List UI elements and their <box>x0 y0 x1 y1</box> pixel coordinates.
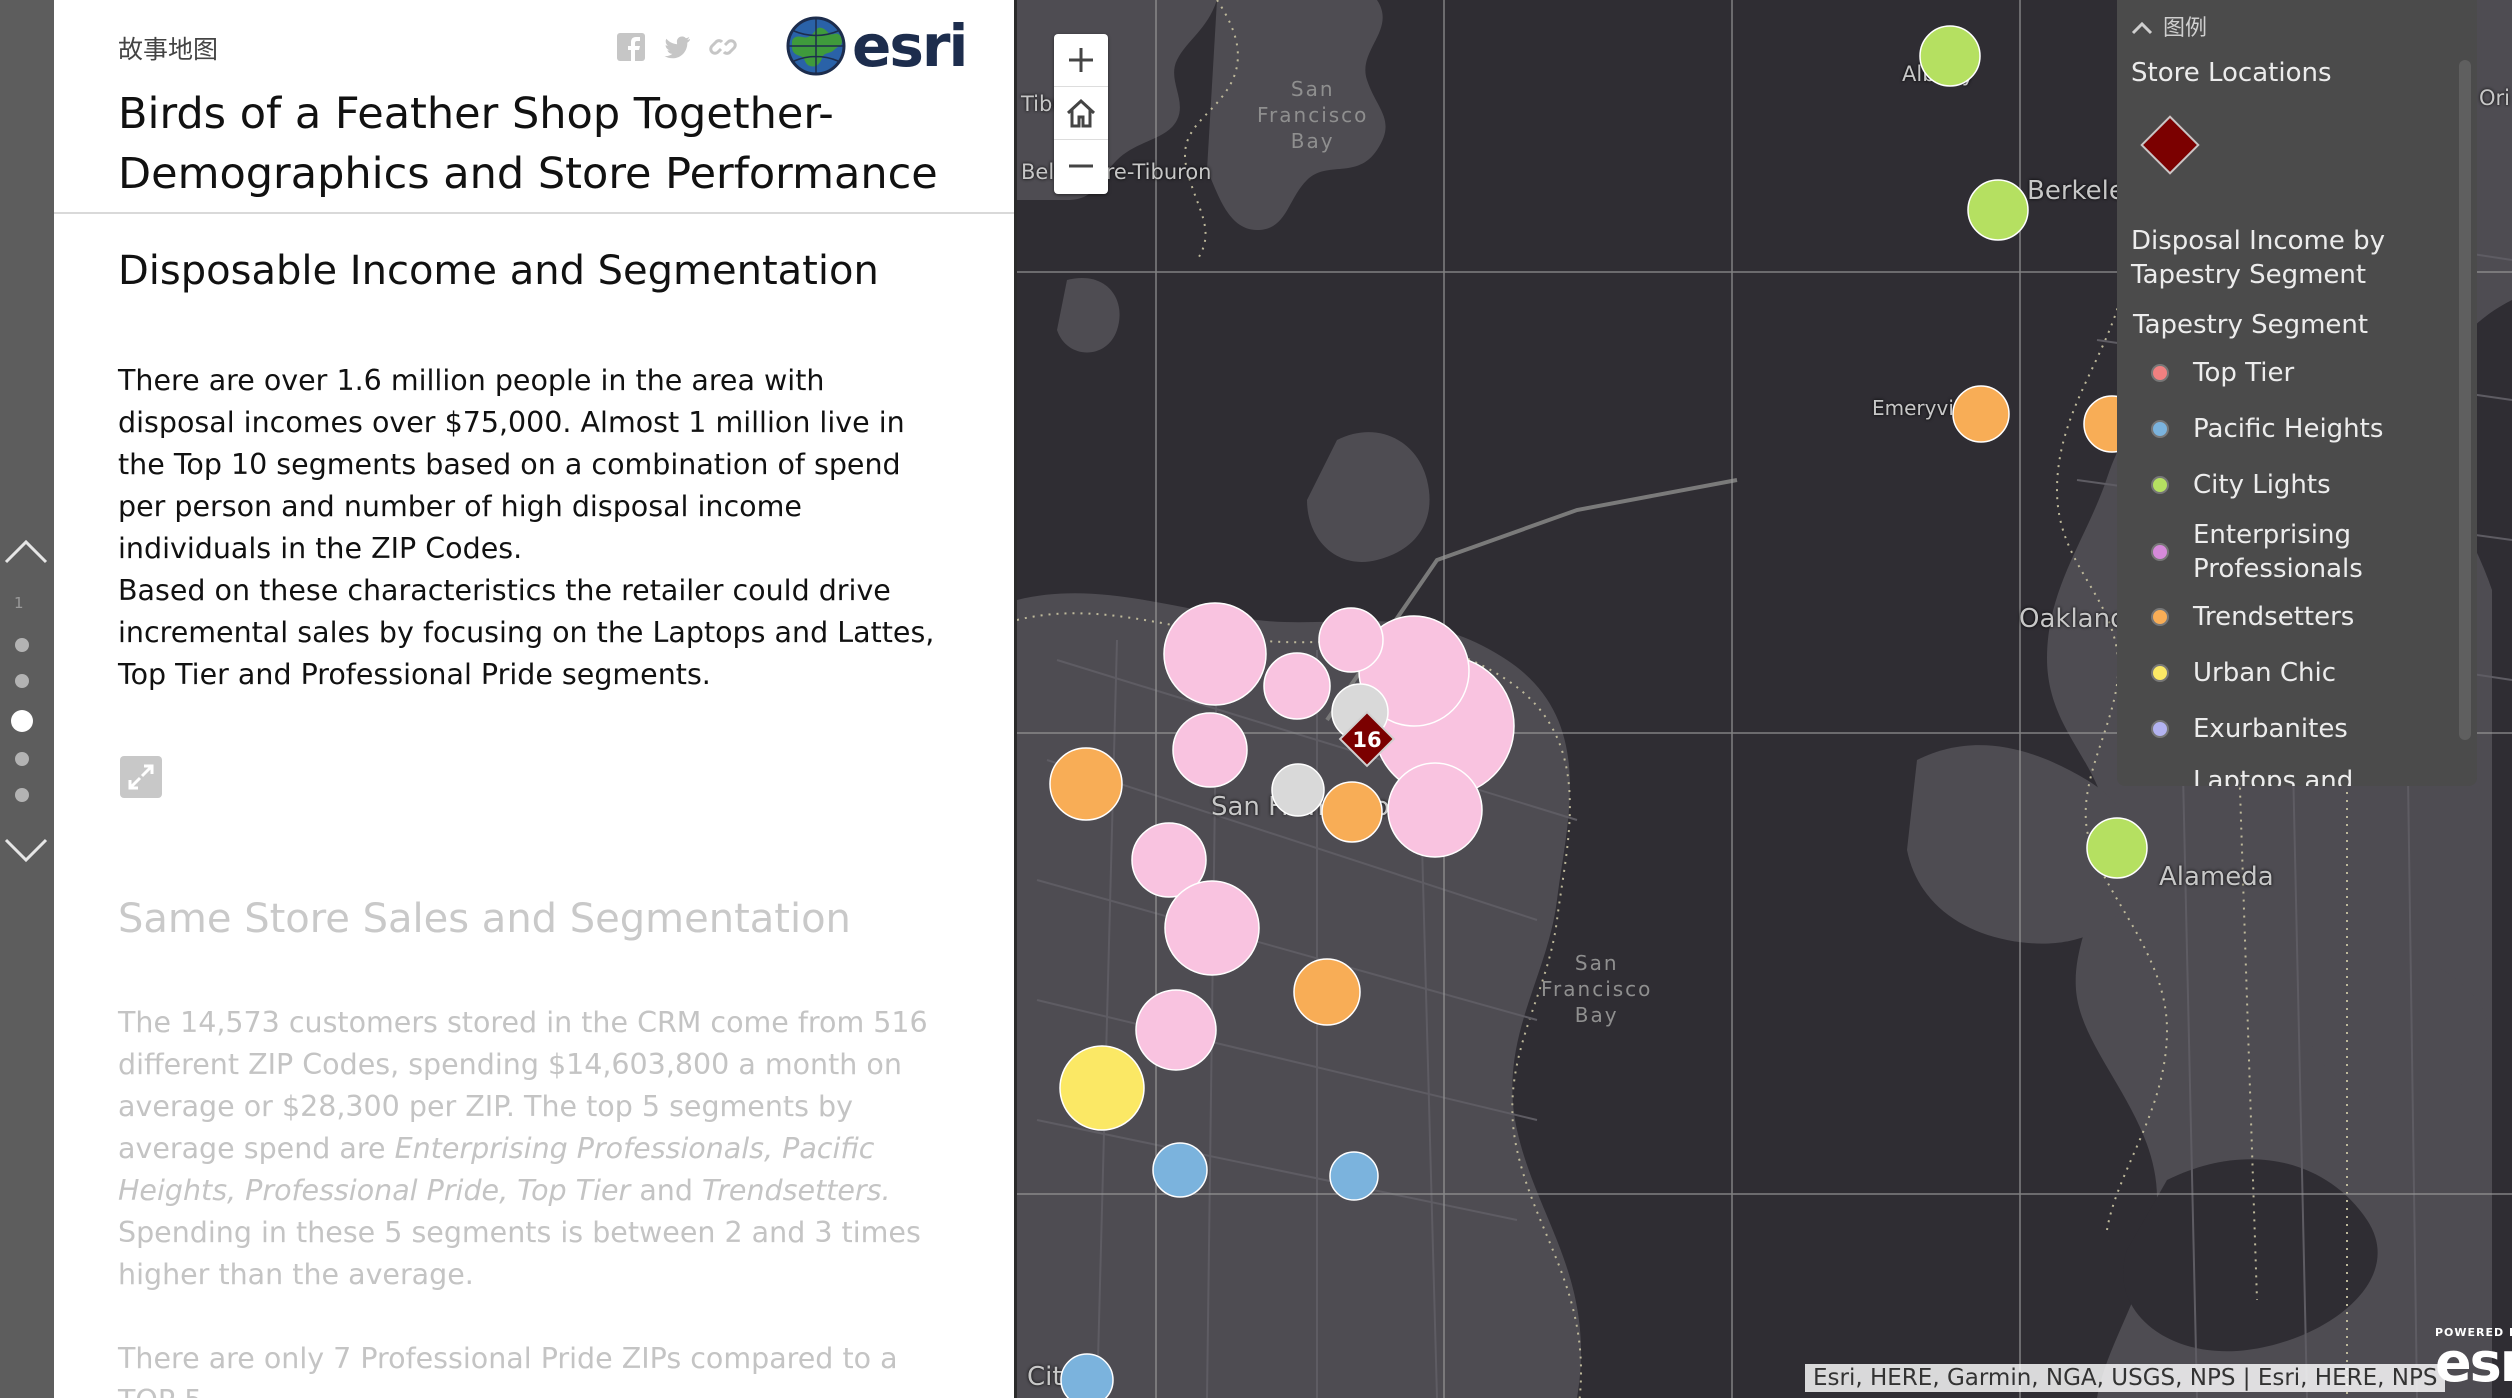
home-button[interactable] <box>1054 87 1108 140</box>
plus-icon <box>1069 48 1093 72</box>
section-dot[interactable] <box>15 788 29 802</box>
pacific-heights-symbol[interactable] <box>1329 1151 1379 1201</box>
zoom-in-button[interactable] <box>1054 34 1108 87</box>
share-buttons <box>616 32 738 62</box>
city-lights-symbol[interactable] <box>1919 25 1981 87</box>
esri-logo[interactable]: esri <box>786 12 968 80</box>
legend-item: Exurbanites <box>2151 712 2348 746</box>
legend-layer-title: Disposal Income by Tapestry Segment <box>2131 226 2385 290</box>
section-paragraph: The 14,573 customers stored in the CRM c… <box>118 1002 948 1296</box>
globe-icon <box>786 16 846 76</box>
city-lights-swatch <box>2151 476 2169 494</box>
trendsetters-symbol[interactable] <box>1321 781 1383 843</box>
map-view[interactable]: San Francisco Bay San Francisco Bay Tibu… <box>1017 0 2512 1398</box>
logo-text: esri <box>852 12 968 80</box>
enterprising-professionals-symbol[interactable] <box>1263 652 1331 720</box>
top-tier-swatch <box>2151 364 2169 382</box>
legend-item-label: City Lights <box>2193 470 2331 500</box>
panel-header: 故事地图 esri Birds of a Feather Shop Togeth… <box>54 0 1014 214</box>
legend-layer-title: Store Locations <box>2131 58 2332 88</box>
legend-item: Top Tier <box>2151 356 2294 390</box>
section-number: 1 <box>14 594 24 612</box>
trendsetters-symbol[interactable] <box>1049 747 1123 821</box>
map-attribution[interactable]: Esri, HERE, Garmin, NGA, USGS, NPS | Esr… <box>1805 1364 2446 1392</box>
powered-by-esri[interactable]: POWERED BY esri <box>2435 1326 2512 1394</box>
series-label: 故事地图 <box>118 35 219 64</box>
trendsetters-swatch <box>2151 608 2169 626</box>
enterprising-professionals-symbol[interactable] <box>1135 989 1217 1071</box>
pacific-heights-swatch <box>2151 420 2169 438</box>
legend-header[interactable]: 图例 <box>2131 10 2207 42</box>
city-lights-symbol[interactable] <box>1967 179 2029 241</box>
legend-item-label: Pacific Heights <box>2193 414 2384 444</box>
enterprising-professionals-symbol[interactable] <box>1163 602 1267 706</box>
legend-item: Enterprising Professionals <box>2151 518 2401 586</box>
enterprising-professionals-symbol[interactable] <box>1172 712 1248 788</box>
segment-symbol[interactable] <box>1271 763 1325 817</box>
home-icon <box>1066 98 1096 128</box>
side-panel: 故事地图 esri Birds of a Feather Shop Togeth… <box>54 0 1014 1398</box>
zoom-out-button[interactable] <box>1054 140 1108 192</box>
urban-chic-symbol[interactable] <box>1059 1045 1145 1131</box>
legend-scrollbar[interactable] <box>2459 60 2471 740</box>
trendsetters-symbol[interactable] <box>1293 958 1361 1026</box>
section-dot[interactable] <box>15 752 29 766</box>
legend-item-label: Urban Chic <box>2193 658 2337 688</box>
story-title: Birds of a Feather Shop Together- Demogr… <box>118 89 938 199</box>
legend-panel: 图例 Store Locations Disposal Income by Ta… <box>2117 0 2477 786</box>
pacific-heights-symbol[interactable] <box>1060 1353 1114 1398</box>
legend-item: Urban Chic <box>2151 656 2336 690</box>
section-heading: Disposable Income and Segmentation <box>118 248 879 294</box>
legend-title: 图例 <box>2163 16 2208 41</box>
facebook-icon[interactable] <box>616 32 646 62</box>
pacific-heights-symbol[interactable] <box>1152 1142 1208 1198</box>
store-cluster-count: 16 <box>1352 728 1382 752</box>
enterprising-professionals-symbol[interactable] <box>1164 880 1260 976</box>
story-navigation-rail: 1 <box>0 0 54 1398</box>
enterprising-professionals-symbol[interactable] <box>1318 607 1384 673</box>
section-paragraph: There are over 1.6 million people in the… <box>118 364 905 565</box>
legend-item: Pacific Heights <box>2151 412 2383 446</box>
section-paragraph: There are only 7 Professional Pride ZIPs… <box>118 1342 898 1398</box>
paragraph-text: Spending in these 5 segments is between … <box>118 1216 921 1291</box>
exurbanites-swatch <box>2151 720 2169 738</box>
zoom-controls <box>1054 34 1108 194</box>
minus-icon <box>1069 164 1093 168</box>
section-dot[interactable] <box>15 674 29 688</box>
legend-item-label: Enterprising Professionals <box>2193 520 2363 584</box>
section-heading: Same Store Sales and Segmentation <box>118 896 851 942</box>
section-dot[interactable] <box>15 638 29 652</box>
legend-item-label: Laptops and <box>2193 766 2354 786</box>
store-location-symbol <box>2140 115 2200 175</box>
trendsetters-symbol[interactable] <box>1952 385 2010 443</box>
next-section-icon[interactable] <box>4 836 48 866</box>
section-paragraph: Based on these characteristics the retai… <box>118 574 935 691</box>
legend-item: City Lights <box>2151 468 2331 502</box>
legend-field-title: Tapestry Segment <box>2133 310 2369 340</box>
urban-chic-swatch <box>2151 664 2169 682</box>
paragraph-text: and <box>630 1174 703 1207</box>
enterprising-professionals-swatch <box>2151 543 2169 561</box>
link-icon[interactable] <box>708 32 738 62</box>
twitter-icon[interactable] <box>662 32 692 62</box>
legend-item: Trendsetters <box>2151 600 2354 634</box>
previous-section-icon[interactable] <box>4 536 48 566</box>
segment-name-text: Trendsetters. <box>702 1174 891 1207</box>
esri-wordmark: esri <box>2435 1331 2512 1394</box>
city-lights-symbol[interactable] <box>2086 817 2148 879</box>
legend-item: Laptops and <box>2151 764 2353 786</box>
enterprising-professionals-symbol[interactable] <box>1387 762 1483 858</box>
chevron-up-icon <box>2131 21 2153 35</box>
legend-item-label: Top Tier <box>2193 358 2295 388</box>
legend-item-label: Trendsetters <box>2193 602 2355 632</box>
section-dot-active[interactable] <box>11 710 33 732</box>
expand-icon[interactable] <box>120 756 162 798</box>
legend-item-label: Exurbanites <box>2193 714 2348 744</box>
